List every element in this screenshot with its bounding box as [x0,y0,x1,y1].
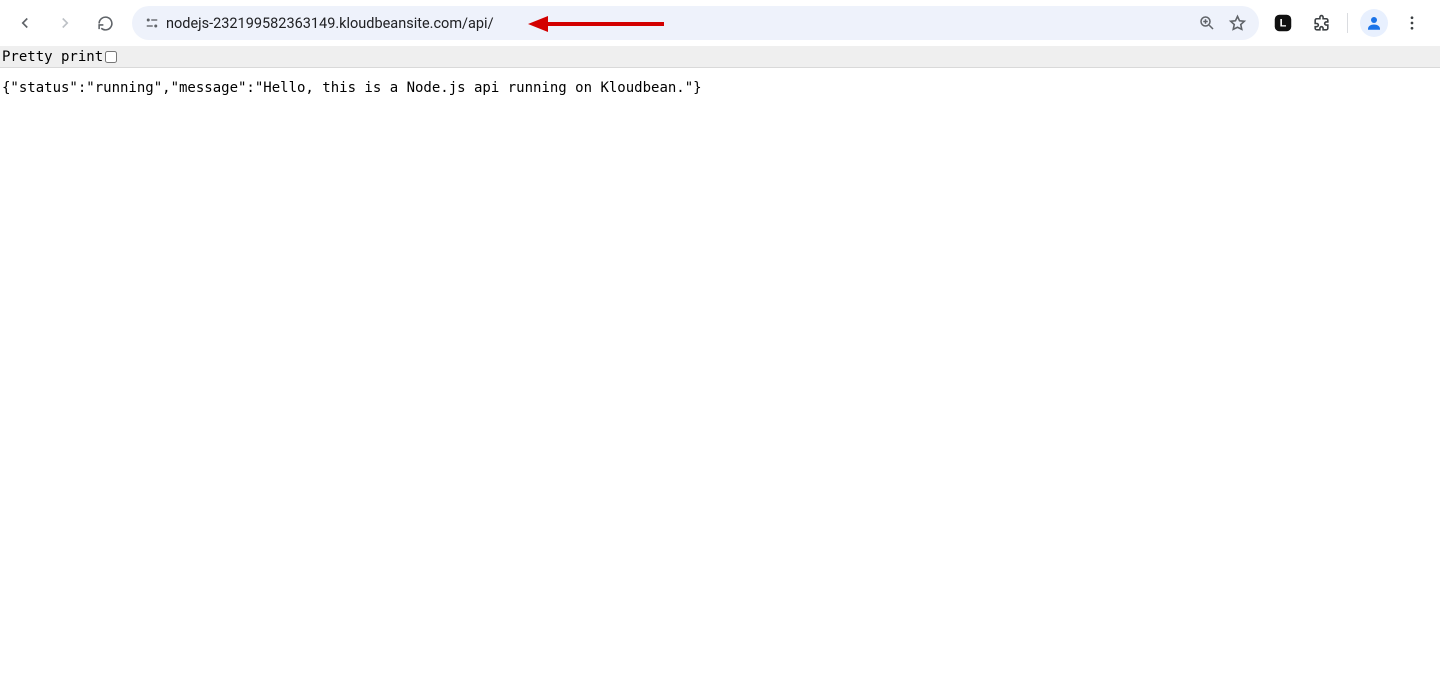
pretty-print-bar: Pretty print [0,46,1440,68]
more-menu-icon[interactable] [1398,9,1426,37]
svg-text:L: L [1280,18,1287,30]
zoom-icon[interactable] [1197,13,1217,33]
extensions-puzzle-icon[interactable] [1307,9,1335,37]
reload-button[interactable] [88,6,122,40]
extension-l-icon[interactable]: L [1269,9,1297,37]
address-bar[interactable]: nodejs-232199582363149.kloudbeansite.com… [132,6,1259,40]
back-button[interactable] [8,6,42,40]
forward-button[interactable] [48,6,82,40]
response-body: {"status":"running","message":"Hello, th… [2,80,1438,96]
toolbar-divider [1347,13,1348,33]
pretty-print-label: Pretty print [2,49,103,65]
bookmark-star-icon[interactable] [1227,13,1247,33]
site-info-icon[interactable] [138,14,166,32]
address-bar-actions [1197,13,1259,33]
browser-toolbar: nodejs-232199582363149.kloudbeansite.com… [0,0,1440,46]
toolbar-right: L [1269,9,1432,37]
url-text: nodejs-232199582363149.kloudbeansite.com… [166,15,1197,32]
page-content: {"status":"running","message":"Hello, th… [0,68,1440,108]
profile-avatar[interactable] [1360,9,1388,37]
pretty-print-checkbox[interactable] [105,51,117,63]
